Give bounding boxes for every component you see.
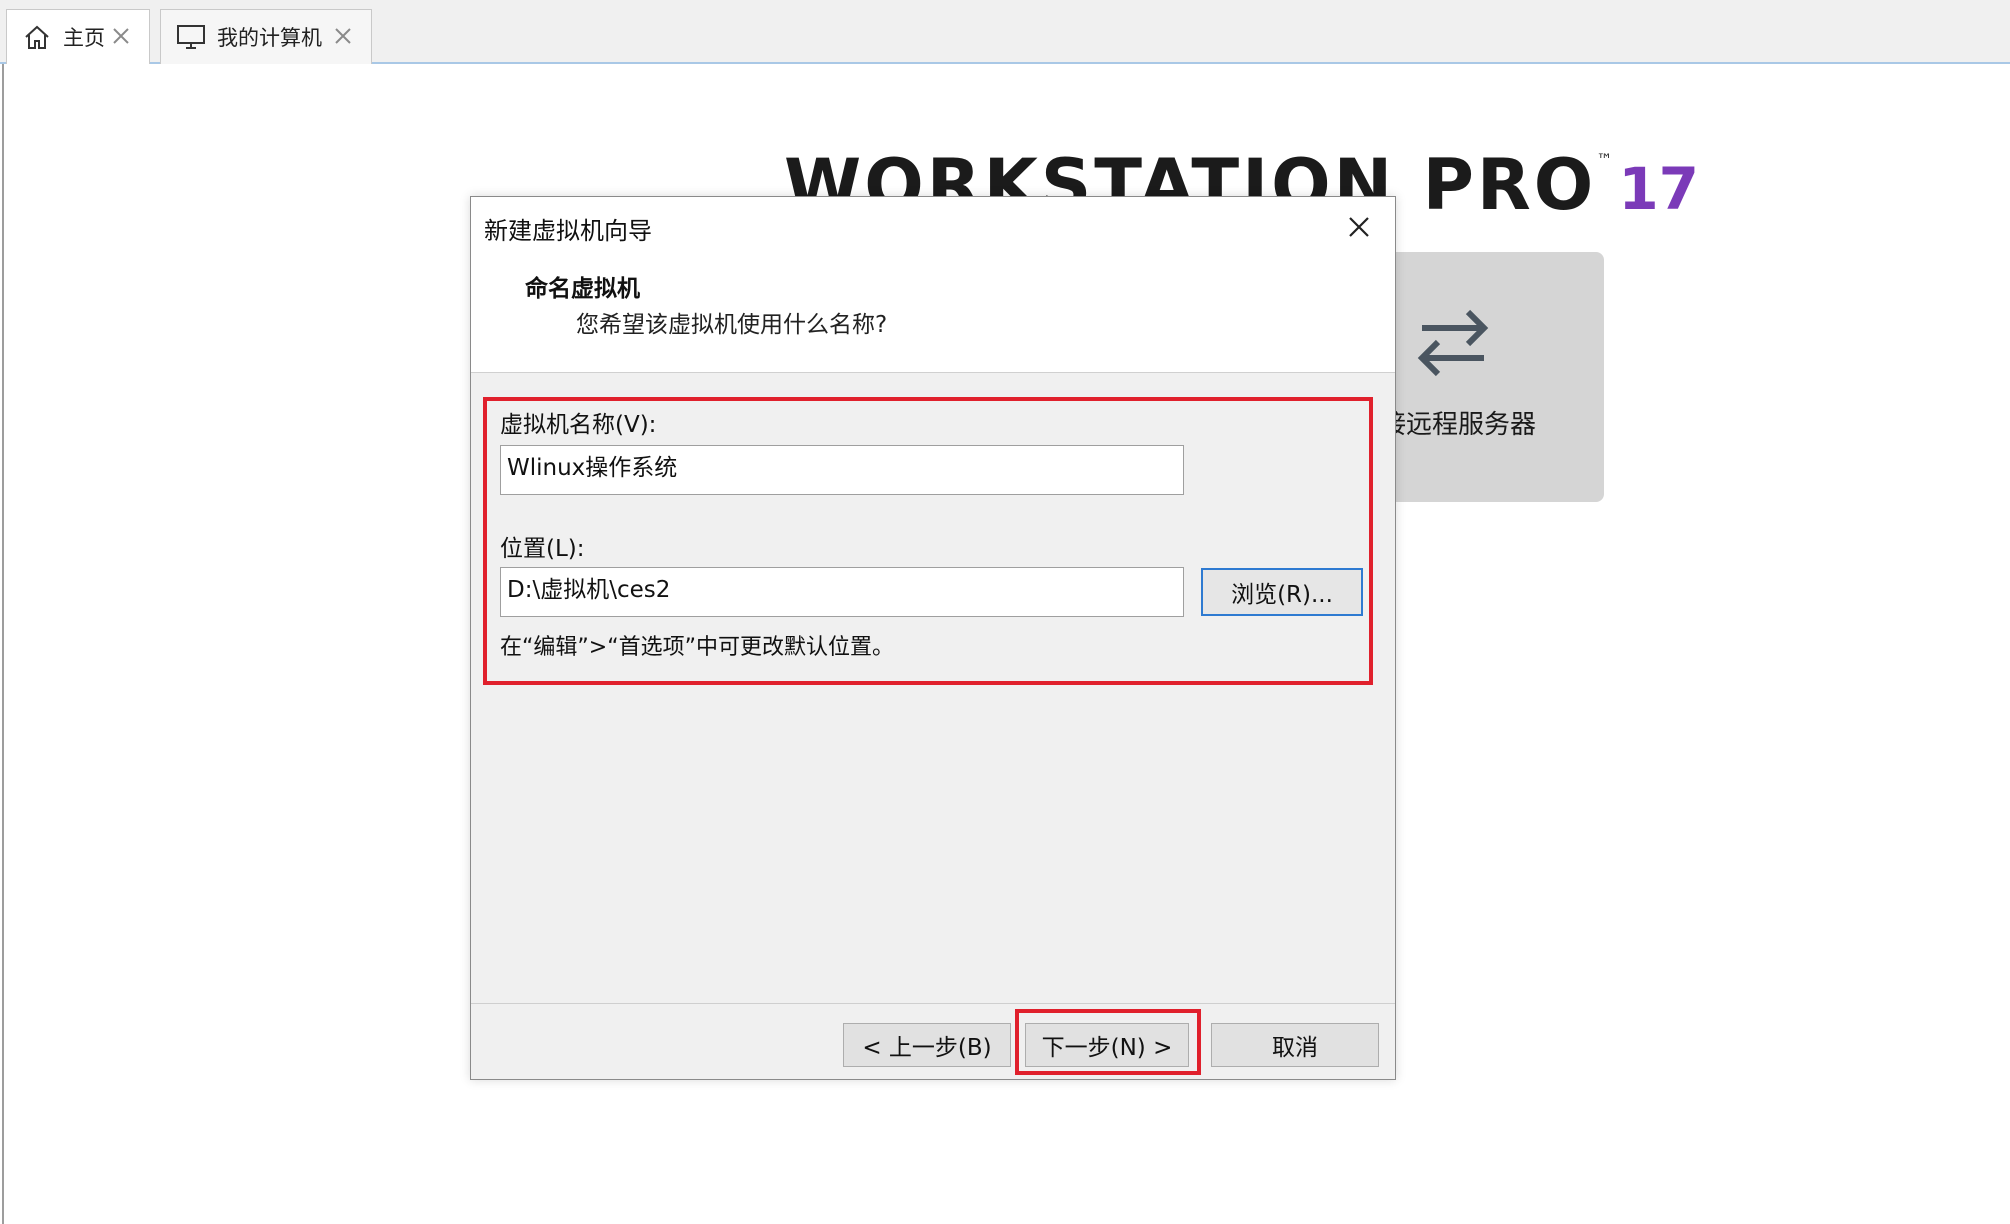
next-button-highlight [1015,1009,1201,1075]
browse-button[interactable]: 浏览(R)... [1201,568,1363,616]
tab-strip: 主页 我的计算机 [0,0,2010,64]
new-vm-wizard-dialog: 新建虚拟机向导 命名虚拟机 您希望该虚拟机使用什么名称? 虚拟机名称(V): W… [470,196,1396,1080]
tab-home[interactable]: 主页 [6,9,150,64]
location-input[interactable]: D:\虚拟机\ces2 [500,567,1184,617]
dialog-title: 新建虚拟机向导 [484,217,652,245]
close-icon[interactable] [1341,209,1377,245]
step-subtitle: 您希望该虚拟机使用什么名称? [576,312,888,338]
step-title: 命名虚拟机 [525,276,640,302]
connect-remote-server-card[interactable]: 接远程服务器 [1380,252,1604,502]
remote-server-label: 接远程服务器 [1380,410,1537,440]
location-label: 位置(L): [500,536,585,562]
cancel-button[interactable]: 取消 [1211,1023,1379,1067]
vm-name-label: 虚拟机名称(V): [500,412,657,438]
brand-trademark: ™ [1596,150,1613,169]
tab-my-computer-label: 我的计算机 [217,26,322,50]
tab-home-label: 主页 [63,26,105,50]
monitor-icon [175,21,207,53]
back-button[interactable]: < 上一步(B) [843,1023,1011,1067]
tab-my-computer[interactable]: 我的计算机 [160,9,372,64]
brand-version: 17 [1618,155,1700,223]
location-hint: 在“编辑”>“首选项”中可更改默认位置。 [500,635,895,660]
close-icon[interactable] [105,20,137,52]
vm-name-input[interactable]: Wlinux操作系统 [500,445,1184,495]
close-icon[interactable] [327,20,359,52]
home-icon [21,21,53,53]
swap-arrows-icon [1417,309,1489,377]
page-border [2,64,4,1224]
dialog-header: 新建虚拟机向导 命名虚拟机 您希望该虚拟机使用什么名称? [471,197,1395,373]
footer-divider [471,1003,1395,1004]
